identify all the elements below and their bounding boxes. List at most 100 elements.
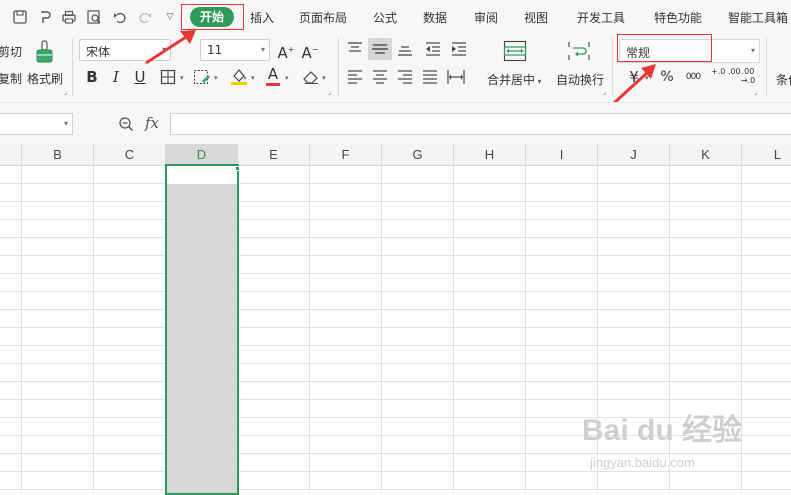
- tab-formulas[interactable]: 公式: [373, 9, 397, 26]
- column-header-l[interactable]: L: [742, 144, 791, 166]
- thousands-separator-button[interactable]: 000: [683, 67, 703, 87]
- increase-decimal-button[interactable]: +.0 .00: [711, 67, 741, 87]
- column-header-i[interactable]: I: [526, 144, 598, 166]
- chevron-down-icon: ▾: [535, 77, 542, 86]
- merge-center-icon[interactable]: [503, 40, 527, 62]
- selection-border: [165, 164, 239, 495]
- align-bottom-icon[interactable]: [396, 41, 414, 57]
- grid-row-line: [0, 273, 791, 274]
- formula-input[interactable]: [170, 113, 791, 135]
- format-painter-icon[interactable]: [34, 40, 56, 66]
- grid-column-line: [453, 166, 454, 493]
- print-icon[interactable]: [61, 9, 77, 25]
- align-center-icon[interactable]: [371, 69, 389, 85]
- cell-style-icon[interactable]: [193, 69, 211, 85]
- decrease-decimal-button[interactable]: .00 →.0: [737, 67, 759, 87]
- column-header-c[interactable]: C: [94, 144, 166, 166]
- clear-format-icon[interactable]: [302, 69, 320, 85]
- grid-column-line: [525, 166, 526, 493]
- format-painter-button[interactable]: 格式刷: [27, 70, 63, 87]
- chevron-down-icon[interactable]: ▾: [214, 74, 218, 82]
- grid-row-line: [0, 363, 791, 364]
- decrease-indent-icon[interactable]: [424, 41, 442, 57]
- clipboard-launcher-icon[interactable]: ⌟: [64, 88, 67, 96]
- font-color-letter: A: [267, 65, 279, 83]
- undo-icon[interactable]: [112, 9, 128, 25]
- name-box[interactable]: ▾: [0, 113, 73, 135]
- alignment-launcher-icon[interactable]: ⌟: [603, 88, 606, 96]
- fill-handle[interactable]: [235, 166, 240, 171]
- wrap-text-icon[interactable]: [567, 40, 591, 62]
- font-name-select[interactable]: 宋体 ▾: [79, 39, 171, 61]
- grid-row-line: [0, 183, 791, 184]
- tab-smart-toolbox[interactable]: 智能工具箱: [728, 9, 788, 26]
- align-left-icon[interactable]: [346, 69, 364, 85]
- align-right-icon[interactable]: [396, 69, 414, 85]
- decrease-decimal-label: .00 →.0: [740, 67, 756, 85]
- column-header-e[interactable]: E: [238, 144, 310, 166]
- column-header-d[interactable]: D: [166, 144, 238, 166]
- chevron-down-icon[interactable]: ▾: [180, 74, 184, 82]
- increase-indent-icon[interactable]: [450, 41, 468, 57]
- font-size-select[interactable]: 11 ▾: [200, 39, 270, 61]
- watermark-brand: Bai du 经验: [582, 414, 743, 447]
- increase-font-size-button[interactable]: A+: [276, 40, 296, 62]
- column-header-g[interactable]: G: [382, 144, 454, 166]
- grid-column-line: [21, 166, 22, 493]
- column-header-k[interactable]: K: [670, 144, 742, 166]
- tab-insert[interactable]: 插入: [250, 9, 274, 26]
- italic-button[interactable]: I: [106, 67, 126, 87]
- chevron-down-icon[interactable]: ▾: [322, 74, 326, 82]
- chevron-down-icon[interactable]: ▾: [251, 74, 255, 82]
- annotation-box-number-format: [617, 34, 712, 62]
- conditional-format-button[interactable]: 条件: [776, 71, 791, 88]
- wrap-text-button[interactable]: 自动换行: [556, 71, 604, 88]
- watermark-url: jingyan.baidu.com: [590, 455, 695, 470]
- copy-button[interactable]: 复制: [0, 70, 22, 87]
- column-header-partial[interactable]: [0, 144, 22, 166]
- column-header-h[interactable]: H: [454, 144, 526, 166]
- column-header-b[interactable]: B: [22, 144, 94, 166]
- cut-button[interactable]: 剪切: [0, 43, 22, 60]
- insert-function-button[interactable]: fx: [145, 114, 159, 132]
- tab-features[interactable]: 特色功能: [654, 9, 702, 26]
- tab-developer[interactable]: 开发工具: [577, 9, 625, 26]
- decrease-font-size-button[interactable]: A−: [300, 40, 320, 62]
- number-launcher-icon[interactable]: ⌟: [754, 88, 757, 96]
- tab-data[interactable]: 数据: [423, 9, 447, 26]
- grid-row-line: [0, 201, 791, 202]
- align-middle-button[interactable]: [368, 38, 392, 60]
- currency-button[interactable]: ¥: [624, 67, 644, 87]
- save-icon[interactable]: [12, 9, 28, 25]
- grid-row-line: [0, 255, 791, 256]
- align-top-icon[interactable]: [346, 41, 364, 57]
- grid-row-line: [0, 237, 791, 238]
- grid-row-line: [0, 489, 791, 490]
- tab-page-layout[interactable]: 页面布局: [299, 9, 347, 26]
- grid-row-line: [0, 327, 791, 328]
- fill-color-icon[interactable]: [230, 67, 248, 86]
- font-color-button[interactable]: A: [265, 66, 281, 86]
- bold-button[interactable]: B: [82, 67, 102, 87]
- borders-icon[interactable]: [160, 69, 176, 85]
- print-preview-icon[interactable]: [86, 9, 102, 25]
- column-header-f[interactable]: F: [310, 144, 382, 166]
- tab-review[interactable]: 审阅: [474, 9, 498, 26]
- font-color-swatch: [266, 83, 280, 86]
- font-size-value: 11: [207, 43, 223, 57]
- chevron-down-icon[interactable]: ▾: [645, 74, 649, 82]
- formula-bar: ▾ fx: [0, 102, 791, 144]
- tab-view[interactable]: 视图: [524, 9, 548, 26]
- font-launcher-icon[interactable]: ⌟: [328, 88, 331, 96]
- underline-button[interactable]: U: [130, 67, 150, 87]
- export-pdf-icon[interactable]: [37, 9, 53, 25]
- column-header-j[interactable]: J: [598, 144, 670, 166]
- justify-icon[interactable]: [421, 69, 439, 85]
- percent-button[interactable]: %: [657, 67, 677, 87]
- distributed-align-icon[interactable]: [446, 69, 466, 85]
- merge-center-button[interactable]: 合并居中 ▾: [487, 71, 542, 88]
- chevron-down-icon[interactable]: ▾: [285, 74, 289, 82]
- customize-toolbar-icon[interactable]: ▽: [162, 9, 178, 25]
- redo-icon[interactable]: [137, 9, 153, 25]
- zoom-icon[interactable]: [118, 116, 134, 132]
